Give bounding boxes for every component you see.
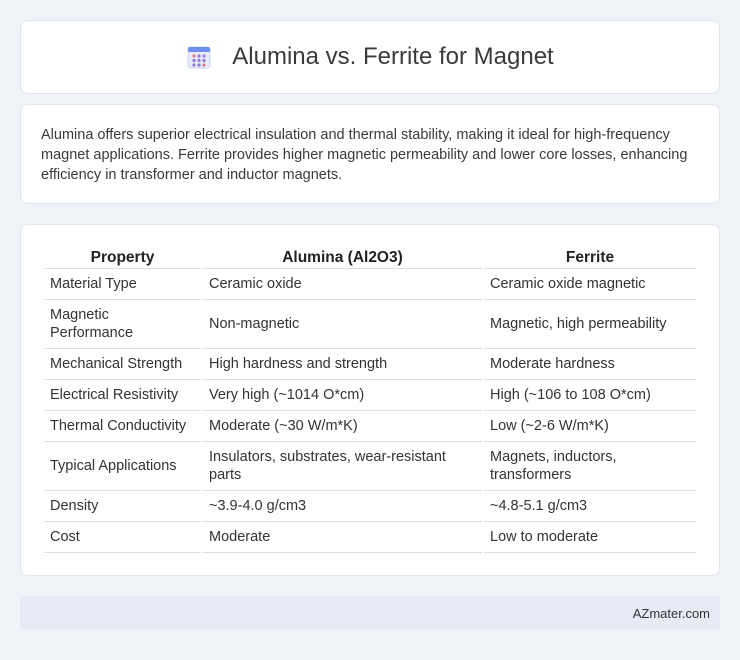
cell-ferrite: High (~106 to 108 O*cm)	[484, 380, 696, 411]
cell-ferrite: Ceramic oxide magnetic	[484, 269, 696, 300]
cell-property: Electrical Resistivity	[44, 380, 201, 411]
page-title: Alumina vs. Ferrite for Magnet	[232, 43, 554, 70]
cell-alumina: Insulators, substrates, wear-resistant p…	[203, 442, 482, 491]
cell-property: Typical Applications	[44, 442, 201, 491]
title-wrap: Alumina vs. Ferrite for Magnet	[186, 43, 554, 71]
table-card: Property Alumina (Al2O3) Ferrite Materia…	[20, 224, 720, 576]
table-row: Typical Applications Insulators, substra…	[44, 442, 696, 491]
table-row: Material Type Ceramic oxide Ceramic oxid…	[44, 269, 696, 300]
cell-property: Mechanical Strength	[44, 349, 201, 380]
cell-ferrite: Low to moderate	[484, 522, 696, 553]
cell-ferrite: Low (~2-6 W/m*K)	[484, 411, 696, 442]
table-row: Magnetic Performance Non-magnetic Magnet…	[44, 300, 696, 349]
table-header-row: Property Alumina (Al2O3) Ferrite	[44, 245, 696, 269]
cell-property: Thermal Conductivity	[44, 411, 201, 442]
cell-ferrite: ~4.8-5.1 g/cm3	[484, 491, 696, 522]
cell-property: Cost	[44, 522, 201, 553]
cell-alumina: High hardness and strength	[203, 349, 482, 380]
calendar-grid-icon	[187, 46, 211, 69]
cell-alumina: Moderate	[203, 522, 482, 553]
cell-ferrite: Magnetic, high permeability	[484, 300, 696, 349]
header-property: Property	[44, 245, 201, 269]
title-card: Alumina vs. Ferrite for Magnet	[20, 20, 720, 94]
cell-alumina: Non-magnetic	[203, 300, 482, 349]
table-row: Thermal Conductivity Moderate (~30 W/m*K…	[44, 411, 696, 442]
footer-brand: AZmater.com	[632, 605, 710, 621]
cell-alumina: Ceramic oxide	[203, 269, 482, 300]
comparison-table: Property Alumina (Al2O3) Ferrite Materia…	[42, 245, 698, 553]
summary-text: Alumina offers superior electrical insul…	[41, 127, 688, 183]
cell-property: Material Type	[44, 269, 201, 300]
summary-card: Alumina offers superior electrical insul…	[20, 104, 720, 204]
table-row: Density ~3.9-4.0 g/cm3 ~4.8-5.1 g/cm3	[44, 491, 696, 522]
table-row: Mechanical Strength High hardness and st…	[44, 349, 696, 380]
cell-ferrite: Magnets, inductors, transformers	[484, 442, 696, 491]
table-row: Electrical Resistivity Very high (~1014 …	[44, 380, 696, 411]
header-alumina: Alumina (Al2O3)	[203, 245, 482, 269]
header-ferrite: Ferrite	[484, 245, 696, 269]
table-row: Cost Moderate Low to moderate	[44, 522, 696, 553]
cell-property: Magnetic Performance	[44, 300, 201, 349]
cell-ferrite: Moderate hardness	[484, 349, 696, 380]
cell-alumina: Very high (~1014 O*cm)	[203, 380, 482, 411]
cell-alumina: Moderate (~30 W/m*K)	[203, 411, 482, 442]
cell-alumina: ~3.9-4.0 g/cm3	[203, 491, 482, 522]
cell-property: Density	[44, 491, 201, 522]
footer: AZmater.com	[20, 596, 720, 630]
